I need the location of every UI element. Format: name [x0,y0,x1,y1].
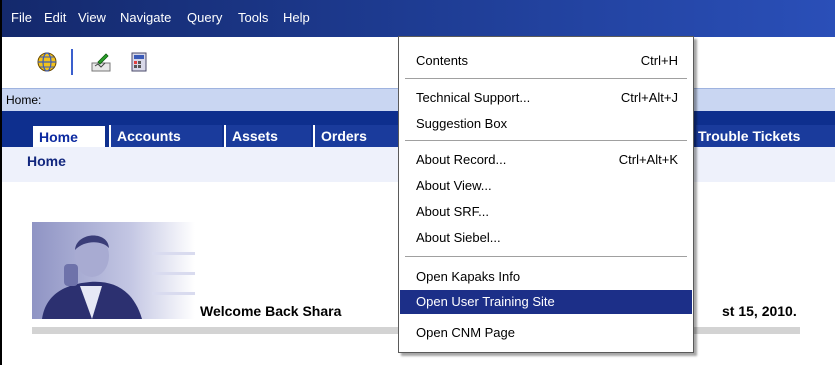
help-menu-about-srf[interactable]: About SRF... [400,200,692,224]
menu-view[interactable]: View [78,10,106,25]
help-menu-open-cnm-page[interactable]: Open CNM Page [400,321,692,345]
menu-help[interactable]: Help [277,4,316,33]
shortcut-label: Ctrl+Alt+J [620,90,678,105]
business-man-photo [32,222,195,319]
menu-separator [405,78,687,80]
calculator-icon[interactable] [128,51,150,73]
tab-assets[interactable]: Assets [224,125,311,147]
tab-home[interactable]: Home [32,125,106,147]
tab-orders[interactable]: Orders [313,125,399,147]
help-menu-about-record[interactable]: About Record... Ctrl+Alt+K [400,148,692,172]
menu-separator [405,140,687,142]
globe-icon[interactable] [36,51,58,73]
help-menu-contents[interactable]: Contents Ctrl+H [400,49,692,73]
help-menu-open-user-training-site[interactable]: Open User Training Site [400,290,692,314]
help-menu-technical-support[interactable]: Technical Support... Ctrl+Alt+J [400,86,692,110]
menu-bar: File Edit View Navigate Query Tools Help [2,0,835,37]
address-label: Home: [6,93,42,107]
shortcut-label: Ctrl+Alt+K [618,152,678,167]
welcome-message-date: st 15, 2010. [722,303,797,319]
tab-accounts[interactable]: Accounts [109,125,222,147]
welcome-message: Welcome Back Shara [200,303,342,319]
signature-icon[interactable] [90,51,112,73]
menu-file[interactable]: File [11,10,32,25]
help-menu-about-siebel[interactable]: About Siebel... [400,226,692,250]
shortcut-label: Ctrl+H [640,53,678,68]
menu-navigate[interactable]: Navigate [120,10,171,25]
help-menu-dropdown: Contents Ctrl+H Technical Support... Ctr… [398,36,694,353]
menu-separator [405,256,687,258]
toolbar-separator [71,49,73,75]
help-menu-open-kapaks-info[interactable]: Open Kapaks Info [400,265,692,289]
menu-edit[interactable]: Edit [44,10,66,25]
tab-trouble-tickets[interactable]: Trouble Tickets [696,125,835,147]
screen-breadcrumb[interactable]: Home [27,153,66,169]
help-menu-suggestion-box[interactable]: Suggestion Box [400,112,692,136]
help-menu-about-view[interactable]: About View... [400,174,692,198]
menu-query[interactable]: Query [187,10,222,25]
menu-tools[interactable]: Tools [238,10,268,25]
